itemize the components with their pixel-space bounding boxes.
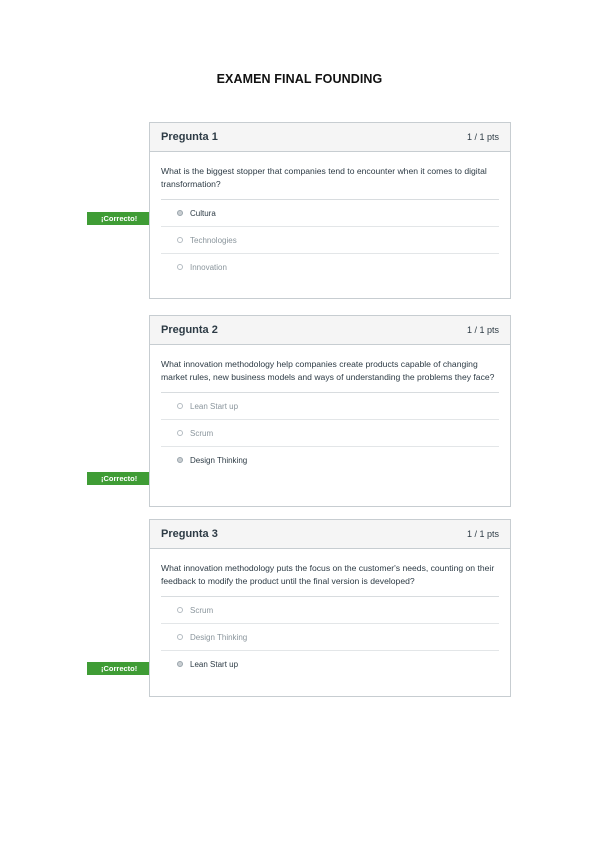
answer-list: Scrum Design Thinking Lean Start up	[161, 596, 499, 677]
answer-label: Lean Start up	[190, 659, 239, 669]
radio-icon[interactable]	[177, 430, 183, 436]
answer-option[interactable]: Cultura	[161, 200, 499, 227]
answer-label: Innovation	[190, 262, 227, 272]
radio-icon[interactable]	[177, 237, 183, 243]
answer-list: Lean Start up Scrum Design Thinking	[161, 392, 499, 473]
answer-label: Design Thinking	[190, 632, 248, 642]
answer-option[interactable]: Scrum	[161, 597, 499, 624]
answer-option[interactable]: Lean Start up	[161, 651, 499, 677]
question-title: Pregunta 2	[161, 324, 218, 336]
radio-checked-icon[interactable]	[177, 661, 183, 667]
question-text: What is the biggest stopper that compani…	[161, 166, 487, 189]
question-text: What innovation methodology puts the foc…	[161, 563, 495, 586]
answer-label: Cultura	[190, 208, 216, 218]
answer-label: Scrum	[190, 605, 214, 615]
answer-option[interactable]: Innovation	[161, 254, 499, 280]
answer-option[interactable]: Design Thinking	[161, 447, 499, 473]
radio-icon[interactable]	[177, 264, 183, 270]
question-text: What innovation methodology help compani…	[161, 359, 495, 382]
answer-label: Technologies	[190, 235, 237, 245]
correct-badge: ¡Correcto!	[87, 212, 158, 225]
correct-badge: ¡Correcto!	[87, 662, 158, 675]
question-points: 1 / 1 pts	[466, 325, 499, 335]
question-title: Pregunta 3	[161, 528, 218, 540]
document-title: EXAMEN FINAL FOUNDING	[216, 72, 383, 86]
answer-option[interactable]: Lean Start up	[161, 393, 499, 420]
correct-badge: ¡Correcto!	[87, 472, 158, 485]
answer-label: Lean Start up	[190, 401, 239, 411]
question-card: Pregunta 3 1 / 1 pts What innovation met…	[149, 519, 511, 697]
answer-list: Cultura Technologies Innovation	[161, 199, 499, 280]
question-header: Pregunta 3 1 / 1 pts	[150, 520, 510, 549]
question-points: 1 / 1 pts	[466, 132, 499, 142]
question-points: 1 / 1 pts	[466, 529, 499, 539]
radio-checked-icon[interactable]	[177, 210, 183, 216]
question-header: Pregunta 2 1 / 1 pts	[150, 316, 510, 345]
answer-option[interactable]: Technologies	[161, 227, 499, 254]
question-header: Pregunta 1 1 / 1 pts	[150, 123, 510, 152]
answer-option[interactable]: Scrum	[161, 420, 499, 447]
radio-icon[interactable]	[177, 403, 183, 409]
radio-icon[interactable]	[177, 607, 183, 613]
answer-option[interactable]: Design Thinking	[161, 624, 499, 651]
question-title: Pregunta 1	[161, 131, 218, 143]
radio-checked-icon[interactable]	[177, 457, 183, 463]
radio-icon[interactable]	[177, 634, 183, 640]
question-card: Pregunta 2 1 / 1 pts What innovation met…	[149, 315, 511, 507]
answer-label: Design Thinking	[190, 455, 248, 465]
question-card: Pregunta 1 1 / 1 pts What is the biggest…	[149, 122, 511, 299]
answer-label: Scrum	[190, 428, 214, 438]
